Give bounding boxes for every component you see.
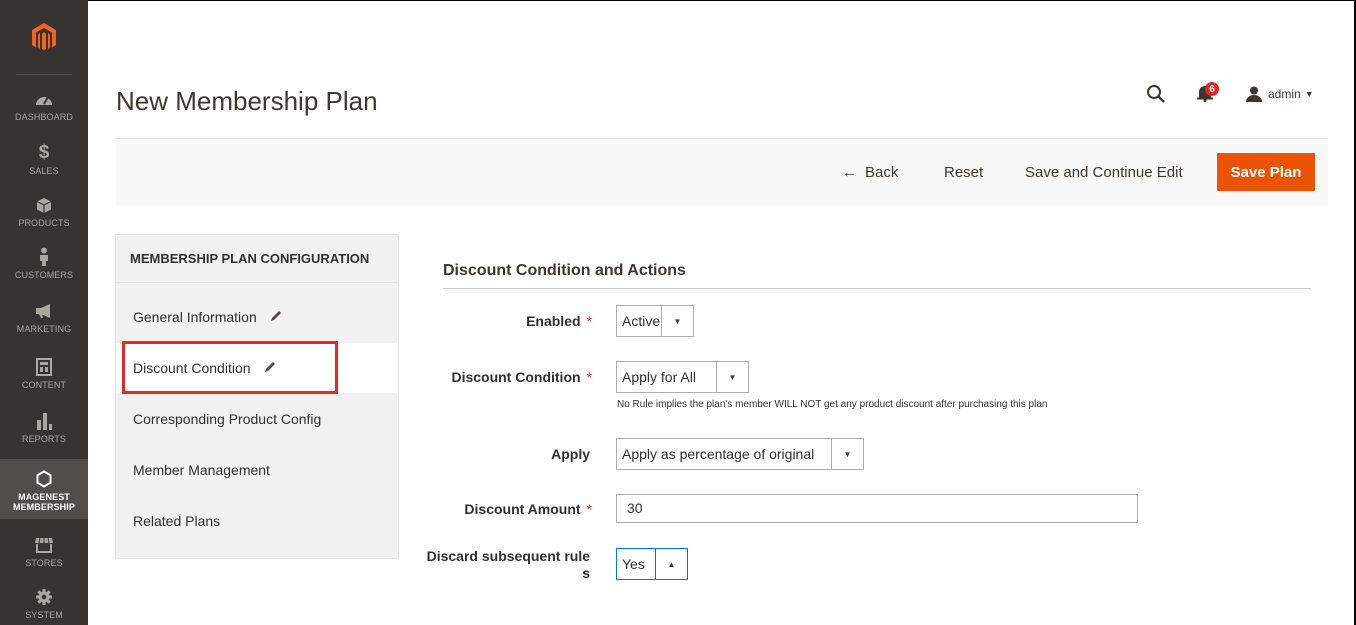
chevron-down-icon: ▼ <box>716 362 748 392</box>
megaphone-icon <box>34 300 54 322</box>
nav-label: SALES <box>29 166 59 176</box>
nav-item-system[interactable]: SYSTEM <box>0 586 88 624</box>
field-label-line1: Discard subsequent rule <box>426 548 590 564</box>
discount-condition-note: No Rule implies the plan's member WILL N… <box>617 399 1048 410</box>
menu-item-corresponding-product-config[interactable]: Corresponding Product Config <box>116 394 398 444</box>
nav-item-magenest-membership[interactable]: MAGENEST MEMBERSHIP <box>0 459 88 519</box>
save-plan-button[interactable]: Save Plan <box>1217 153 1315 191</box>
nav-label: PRODUCTS <box>18 218 70 228</box>
layout-icon <box>36 356 52 378</box>
chevron-down-icon: ▼ <box>831 439 863 469</box>
person-icon <box>38 246 50 268</box>
nav-divider <box>16 74 72 75</box>
save-and-continue-button[interactable]: Save and Continue Edit <box>1025 153 1183 191</box>
apply-label: Apply <box>551 446 590 462</box>
chevron-down-icon: ▼ <box>661 306 693 336</box>
nav-item-reports[interactable]: REPORTS <box>0 410 88 454</box>
menu-item-discount-condition[interactable]: Discount Condition <box>116 343 398 393</box>
chevron-down-icon: ▼ <box>1304 89 1314 99</box>
hexagon-icon <box>36 468 52 490</box>
field-label-text: Discount Amount <box>464 501 581 517</box>
arrow-left-icon: ← <box>842 163 857 181</box>
gear-icon <box>35 586 53 608</box>
config-menu: MEMBERSHIP PLAN CONFIGURATION General In… <box>115 234 399 559</box>
discount-condition-select[interactable]: Apply for All ▼ <box>616 361 749 393</box>
field-label-text: Enabled <box>526 313 581 329</box>
nav-label: MAGENEST MEMBERSHIP <box>12 492 75 512</box>
discard-subsequent-rules-select[interactable]: Yes ▲ <box>616 548 688 580</box>
nav-item-products[interactable]: PRODUCTS <box>0 194 88 238</box>
discount-amount-label: Discount Amount * <box>392 501 592 517</box>
select-value: Apply as percentage of original <box>622 446 815 462</box>
frame-border-top <box>88 0 1356 1</box>
menu-item-label: Member Management <box>133 462 270 478</box>
required-asterisk: * <box>586 313 592 329</box>
discount-condition-label: Discount Condition * <box>392 369 592 385</box>
chevron-up-icon: ▲ <box>655 549 687 579</box>
field-label-line2: s <box>582 565 590 581</box>
nav-item-customers[interactable]: CUSTOMERS <box>0 246 88 290</box>
pencil-icon <box>263 360 277 377</box>
admin-sidebar: DASHBOARD $ SALES PRODUCTS CUSTOMERS MAR… <box>0 0 88 625</box>
config-menu-title: MEMBERSHIP PLAN CONFIGURATION <box>116 235 398 283</box>
menu-item-related-plans[interactable]: Related Plans <box>116 496 398 546</box>
field-label-text: Discount Condition <box>451 369 581 385</box>
nav-label: DASHBOARD <box>15 112 73 122</box>
menu-item-general-information[interactable]: General Information <box>116 292 398 342</box>
select-value: Apply for All <box>622 369 696 385</box>
nav-item-sales[interactable]: $ SALES <box>0 142 88 186</box>
reset-button[interactable]: Reset <box>944 153 983 191</box>
search-icon[interactable] <box>1146 84 1166 109</box>
page-title: New Membership Plan <box>116 86 378 116</box>
section-divider <box>443 288 1311 289</box>
nav-label: REPORTS <box>21 434 67 444</box>
required-asterisk: * <box>586 369 592 385</box>
select-value: Active <box>622 313 661 329</box>
nav-item-marketing[interactable]: MARKETING <box>0 300 88 344</box>
nav-item-dashboard[interactable]: DASHBOARD <box>0 88 88 132</box>
page-actions-bar: ← Back Reset Save and Continue Edit Save… <box>116 138 1328 206</box>
apply-select[interactable]: Apply as percentage of original ▼ <box>616 438 864 470</box>
select-value: Yes <box>622 556 645 572</box>
menu-item-label: General Information <box>133 309 257 325</box>
back-label: Back <box>865 163 899 181</box>
menu-item-member-management[interactable]: Member Management <box>116 445 398 495</box>
store-icon <box>34 534 54 556</box>
menu-item-label: Related Plans <box>133 513 221 529</box>
nav-label: CONTENT <box>21 380 67 390</box>
dollar-icon: $ <box>38 142 50 163</box>
back-button[interactable]: ← Back <box>842 153 898 191</box>
nav-label: MARKETING <box>16 324 72 334</box>
menu-item-label: Corresponding Product Config <box>133 411 322 427</box>
box-icon <box>36 194 52 216</box>
notifications-button[interactable]: 6 <box>1196 82 1219 107</box>
user-name: admin <box>1268 87 1301 101</box>
enabled-label: Enabled * <box>392 313 592 329</box>
dashboard-icon <box>35 88 53 110</box>
nav-label: SYSTEM <box>25 610 63 620</box>
required-asterisk: * <box>586 501 592 517</box>
nav-label: STORES <box>25 558 63 568</box>
magento-logo[interactable] <box>0 0 88 74</box>
enabled-select[interactable]: Active ▼ <box>616 305 694 337</box>
pencil-icon <box>269 309 283 326</box>
discount-amount-input[interactable]: 30 <box>616 494 1138 523</box>
menu-item-label: Discount Condition <box>133 360 251 376</box>
nav-label: CUSTOMERS <box>14 270 74 280</box>
section-title: Discount Condition and Actions <box>443 262 686 279</box>
user-icon <box>1246 86 1262 102</box>
user-menu[interactable]: admin ▼ <box>1246 86 1314 102</box>
nav-item-content[interactable]: CONTENT <box>0 356 88 400</box>
discard-subsequent-rules-label: Discard subsequent rule s <box>390 548 590 582</box>
bar-chart-icon <box>36 410 52 432</box>
notification-count-badge: 6 <box>1205 82 1219 96</box>
nav-item-stores[interactable]: STORES <box>0 534 88 578</box>
